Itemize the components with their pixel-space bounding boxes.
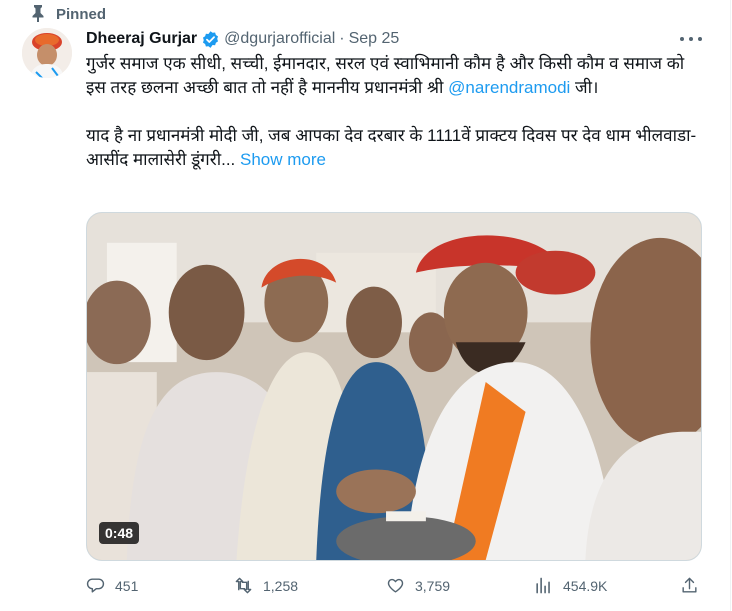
tweet-date[interactable]: Sep 25 [349,30,400,48]
tweet-paragraph-2: याद है ना प्रधानमंत्री मोदी जी, जब आपका … [86,126,697,169]
tweet-text: गुर्जर समाज एक सीधी, सच्ची, ईमानदार, सरल… [86,52,706,172]
show-more-link[interactable]: Show more [240,150,326,169]
pinned-label: Pinned [56,5,107,23]
like-count: 3,759 [415,577,451,594]
view-count: 454.9K [563,577,608,594]
heart-icon [387,578,404,593]
share-button[interactable] [680,576,709,595]
verified-badge-icon [203,30,219,48]
author-name[interactable]: Dheeraj Gurjar [86,30,197,48]
tweet-paragraph-1: गुर्जर समाज एक सीधी, सच्ची, ईमानदार, सरल… [86,54,685,97]
tweet-actions: 451 1,258 3,759 454.9K [86,576,702,598]
mention-link[interactable]: @narendramodi [448,78,570,97]
like-button[interactable]: 3,759 [386,576,450,595]
views-chart-icon [536,577,550,594]
header-separator: · [339,30,345,47]
views-button[interactable]: 454.9K [534,576,607,595]
retweet-icon [235,577,252,594]
video-thumbnail [87,213,701,560]
author-handle[interactable]: @dgurjarofficial [224,30,335,48]
pinned-indicator: Pinned [32,4,107,24]
retweet-count: 1,258 [263,577,299,594]
reply-count: 451 [115,577,139,594]
more-dots-icon[interactable] [680,30,702,48]
video-player[interactable]: 0:48 [86,212,702,561]
share-icon [682,577,697,593]
avatar[interactable] [22,28,72,78]
tweet-card[interactable]: Pinned Dheeraj Gurjar @dgurjarofficial ·… [0,0,731,611]
tweet-header: Dheeraj Gurjar @dgurjarofficial · Sep 25 [86,28,399,50]
video-duration: 0:48 [99,522,140,544]
reply-icon [86,578,105,593]
retweet-button[interactable]: 1,258 [234,576,298,595]
pin-icon [32,5,44,22]
reply-button[interactable]: 451 [86,576,138,595]
